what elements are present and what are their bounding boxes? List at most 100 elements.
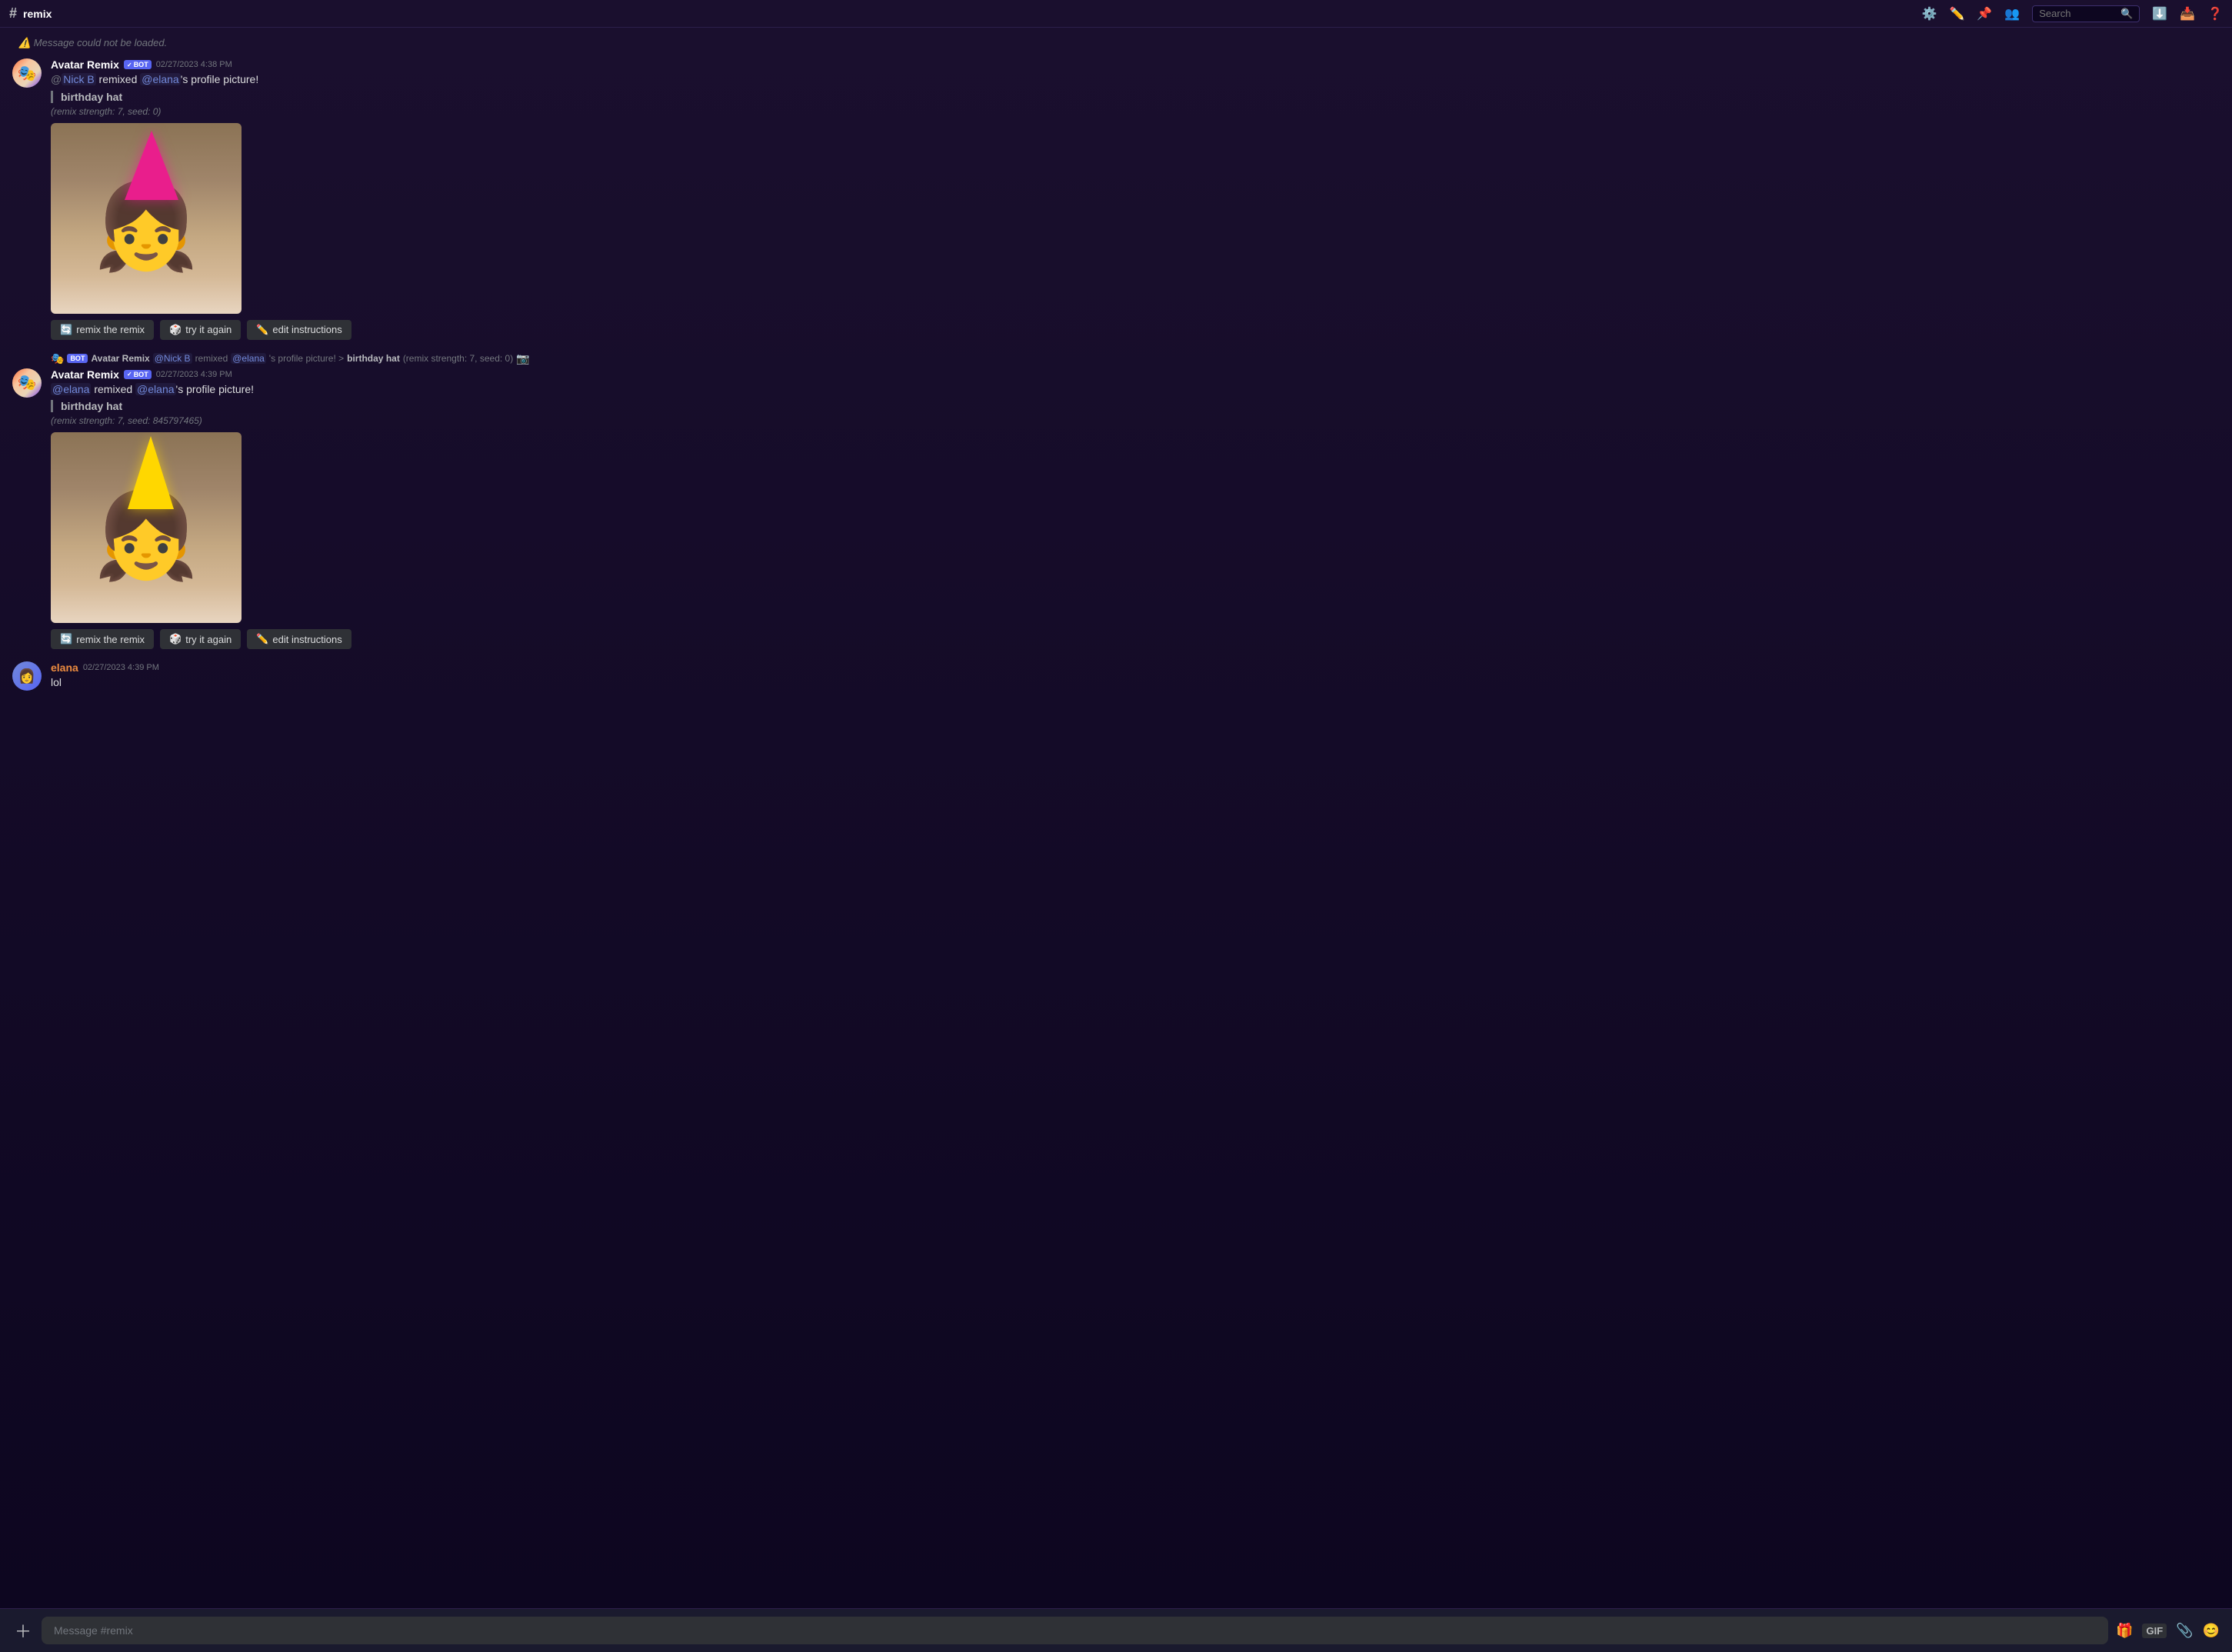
msg-action-text-1: @Nick B remixed @elana's profile picture… — [51, 72, 2220, 88]
user-msg-text: lol — [51, 675, 2220, 691]
chat-area: ⚠️ Message could not be loaded. 🎭 Avatar… — [0, 28, 2232, 1608]
system-message-text: ⚠️ Message could not be loaded. — [18, 37, 167, 48]
elana-mention-2: @elana — [135, 383, 175, 395]
search-box[interactable]: 🔍 — [2032, 5, 2140, 22]
verified-icon-1: ✓ — [127, 62, 132, 68]
bot-badge-text-1: BOT — [134, 61, 148, 68]
hash-icon: # — [9, 5, 17, 22]
title-bar-left: # remix — [9, 5, 52, 22]
ref-extra: (remix strength: 7, seed: 0) — [403, 353, 513, 364]
action-prefix-1: @ — [51, 73, 62, 85]
remix-strength-1: (remix strength: 7, seed: 0) — [51, 106, 2220, 117]
remix-label-2: remix the remix — [76, 634, 145, 645]
avatar-emoji-2: 🎭 — [18, 373, 37, 392]
help-icon[interactable]: ❓ — [2207, 6, 2223, 22]
try-label-1: try it again — [185, 324, 232, 335]
try-again-btn-2[interactable]: 🎲 try it again — [160, 629, 241, 649]
bot-message-2: 🎭 Avatar Remix ✓ BOT 02/27/2023 4:39 PM … — [12, 368, 2220, 650]
remix-emoji-1: 🔄 — [60, 324, 72, 336]
edit-label-1: edit instructions — [272, 324, 341, 335]
ref-bold: birthday hat — [347, 353, 400, 364]
ref-mention-user: @Nick B — [153, 353, 192, 364]
user-msg-content: elana 02/27/2023 4:39 PM lol — [51, 661, 2220, 691]
avatar-elana: 👩 — [12, 661, 42, 691]
action-prefix-2: @elana — [51, 383, 91, 395]
message-input[interactable] — [42, 1617, 2108, 1644]
remix-the-remix-btn-1[interactable]: 🔄 remix the remix — [51, 320, 154, 340]
bot-username-1: Avatar Remix — [51, 58, 119, 71]
edit-label-2: edit instructions — [272, 634, 341, 645]
user-msg-time: 02/27/2023 4:39 PM — [83, 663, 159, 672]
user-msg-header: elana 02/27/2023 4:39 PM — [51, 661, 2220, 674]
members-icon[interactable]: 👥 — [2004, 6, 2020, 22]
gift-icon[interactable]: 🎁 — [2116, 1623, 2133, 1639]
avatar-bot-2: 🎭 — [12, 368, 42, 398]
remix-label-1: remix the remix — [76, 324, 145, 335]
msg-time-1: 02/27/2023 4:38 PM — [156, 60, 232, 69]
inbox-icon[interactable]: 📥 — [2180, 6, 2195, 22]
verified-icon-2: ✓ — [127, 371, 132, 378]
bot-badge-2: ✓ BOT — [124, 370, 152, 379]
avatar-bot-1: 🎭 — [12, 58, 42, 88]
try-emoji-2: 🎲 — [169, 633, 182, 645]
title-bar: # remix ⚙️ ✏️ 📌 👥 🔍 ⬇️ 📥 ❓ — [0, 0, 2232, 28]
nick-mention: Nick B — [62, 73, 95, 85]
edit-emoji-2: ✏️ — [256, 633, 268, 645]
remix-image-1 — [51, 123, 242, 314]
edit-emoji-1: ✏️ — [256, 324, 268, 336]
pin-icon[interactable]: 📌 — [1977, 6, 1992, 22]
remix-image-2 — [51, 432, 242, 623]
avatar-emoji-1: 🎭 — [18, 64, 37, 83]
ref-bot-badge: BOT — [67, 354, 88, 363]
ref-avatar: 🎭 — [51, 352, 64, 365]
title-bar-right: ⚙️ ✏️ 📌 👥 🔍 ⬇️ 📥 ❓ — [1922, 5, 2223, 22]
msg-header-1: Avatar Remix ✓ BOT 02/27/2023 4:38 PM — [51, 58, 2220, 71]
bot-username-2: Avatar Remix — [51, 368, 119, 381]
msg-time-2: 02/27/2023 4:39 PM — [156, 370, 232, 379]
user-message-elana: 👩 elana 02/27/2023 4:39 PM lol — [12, 661, 2220, 691]
user-username: elana — [51, 661, 78, 674]
quote-bar-2: birthday hat — [51, 400, 2220, 412]
quote-bar-1: birthday hat — [51, 91, 2220, 103]
quote-text-2: birthday hat — [61, 400, 122, 412]
elana-mention-1: @elana — [140, 73, 180, 85]
bot-badge-1: ✓ BOT — [124, 60, 152, 69]
remix-the-remix-btn-2[interactable]: 🔄 remix the remix — [51, 629, 154, 649]
ref-bot-name: Avatar Remix — [91, 353, 149, 364]
try-emoji-1: 🎲 — [169, 324, 182, 336]
plus-icon: ＋ — [15, 1618, 32, 1643]
gif-button[interactable]: GIF — [2142, 1624, 2167, 1638]
edit-instructions-btn-2[interactable]: ✏️ edit instructions — [247, 629, 351, 649]
emoji-icon[interactable]: 😊 — [2203, 1623, 2220, 1639]
ref-mention-2: @elana — [231, 353, 266, 364]
download-icon[interactable]: ⬇️ — [2152, 6, 2167, 22]
ref-line: 🎭 BOT Avatar Remix @Nick B remixed @elan… — [12, 352, 2220, 365]
search-icon: 🔍 — [2120, 8, 2133, 20]
msg-header-2: Avatar Remix ✓ BOT 02/27/2023 4:39 PM — [51, 368, 2220, 381]
avatar-user-emoji: 👩 — [18, 668, 35, 684]
channel-name: remix — [23, 8, 52, 20]
input-actions: 🎁 GIF 📎 😊 — [2116, 1623, 2220, 1639]
try-again-btn-1[interactable]: 🎲 try it again — [160, 320, 241, 340]
sticker-icon[interactable]: 📎 — [2176, 1623, 2193, 1639]
input-bar: ＋ 🎁 GIF 📎 😊 — [0, 1608, 2232, 1652]
system-message: ⚠️ Message could not be loaded. — [12, 37, 2220, 49]
add-server-icon[interactable]: ⚙️ — [1922, 6, 1937, 22]
bot-badge-text-2: BOT — [134, 371, 148, 378]
ref-action-text: remixed — [195, 353, 228, 364]
ref-text: 's profile picture! > — [269, 353, 344, 364]
action-buttons-2: 🔄 remix the remix 🎲 try it again ✏️ edit… — [51, 629, 2220, 649]
search-input[interactable] — [2039, 8, 2117, 19]
try-label-2: try it again — [185, 634, 232, 645]
action-buttons-1: 🔄 remix the remix 🎲 try it again ✏️ edit… — [51, 320, 2220, 340]
edit-icon[interactable]: ✏️ — [1949, 6, 1964, 22]
edit-instructions-btn-1[interactable]: ✏️ edit instructions — [247, 320, 351, 340]
msg-action-text-2: @elana remixed @elana's profile picture! — [51, 382, 2220, 398]
add-attachment-button[interactable]: ＋ — [12, 1620, 34, 1641]
bot-message-1: 🎭 Avatar Remix ✓ BOT 02/27/2023 4:38 PM … — [12, 58, 2220, 340]
quote-text-1: birthday hat — [61, 91, 122, 103]
remix-emoji-2: 🔄 — [60, 633, 72, 645]
msg-content-2: Avatar Remix ✓ BOT 02/27/2023 4:39 PM @e… — [51, 368, 2220, 650]
ref-camera-icon: 📷 — [516, 352, 529, 365]
msg-content-1: Avatar Remix ✓ BOT 02/27/2023 4:38 PM @N… — [51, 58, 2220, 340]
